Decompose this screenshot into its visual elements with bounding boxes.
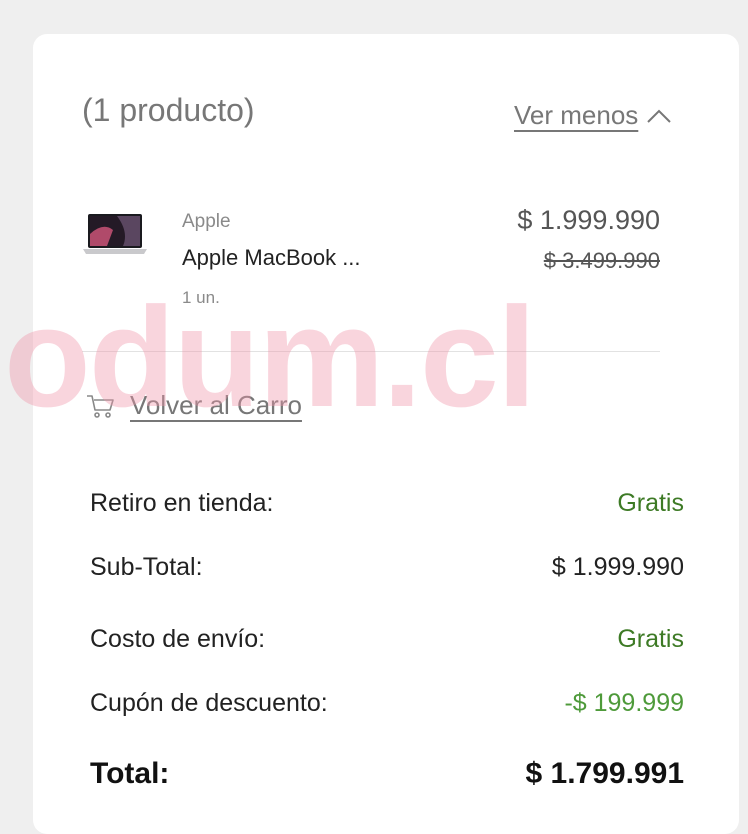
total-value: $ 1.799.991 <box>525 757 684 790</box>
subtotal-label: Sub-Total: <box>90 553 203 581</box>
toggle-details-label: Ver menos <box>514 100 639 130</box>
store-pickup-label: Retiro en tienda: <box>90 489 274 517</box>
cart-icon <box>87 394 114 418</box>
order-summary-card: (1 producto) Ver menos Apple Apple MacBo… <box>33 34 739 834</box>
product-brand: Apple <box>182 211 231 232</box>
coupon-value: -$ 199.999 <box>564 689 684 717</box>
product-count: (1 producto) <box>82 92 255 128</box>
subtotal-value: $ 1.999.990 <box>551 553 684 581</box>
store-pickup-row: Retiro en tienda: Gratis <box>90 489 684 518</box>
coupon-label: Cupón de descuento: <box>90 689 328 717</box>
total-row: Total: $ 1.799.991 <box>90 757 684 791</box>
chevron-up-icon <box>647 109 672 123</box>
back-to-cart-link[interactable]: Volver al Carro <box>86 390 302 421</box>
product-name[interactable]: Apple MacBook ... <box>182 245 361 271</box>
product-thumbnail <box>83 214 147 254</box>
shipping-value: Gratis <box>617 625 684 653</box>
store-pickup-value: Gratis <box>617 489 684 517</box>
coupon-row: Cupón de descuento: -$ 199.999 <box>90 689 684 718</box>
subtotal-row: Sub-Total: $ 1.999.990 <box>90 553 684 582</box>
shipping-label: Costo de envío: <box>90 625 266 653</box>
shipping-row: Costo de envío: Gratis <box>90 625 684 654</box>
divider <box>82 351 660 352</box>
toggle-details-button[interactable]: Ver menos <box>514 100 672 131</box>
product-quantity: 1 un. <box>182 288 220 307</box>
product-price: $ 1.999.990 <box>517 205 660 235</box>
total-label: Total: <box>90 757 170 790</box>
back-to-cart-label: Volver al Carro <box>130 390 302 420</box>
product-original-price: $ 3.499.990 <box>543 248 660 273</box>
